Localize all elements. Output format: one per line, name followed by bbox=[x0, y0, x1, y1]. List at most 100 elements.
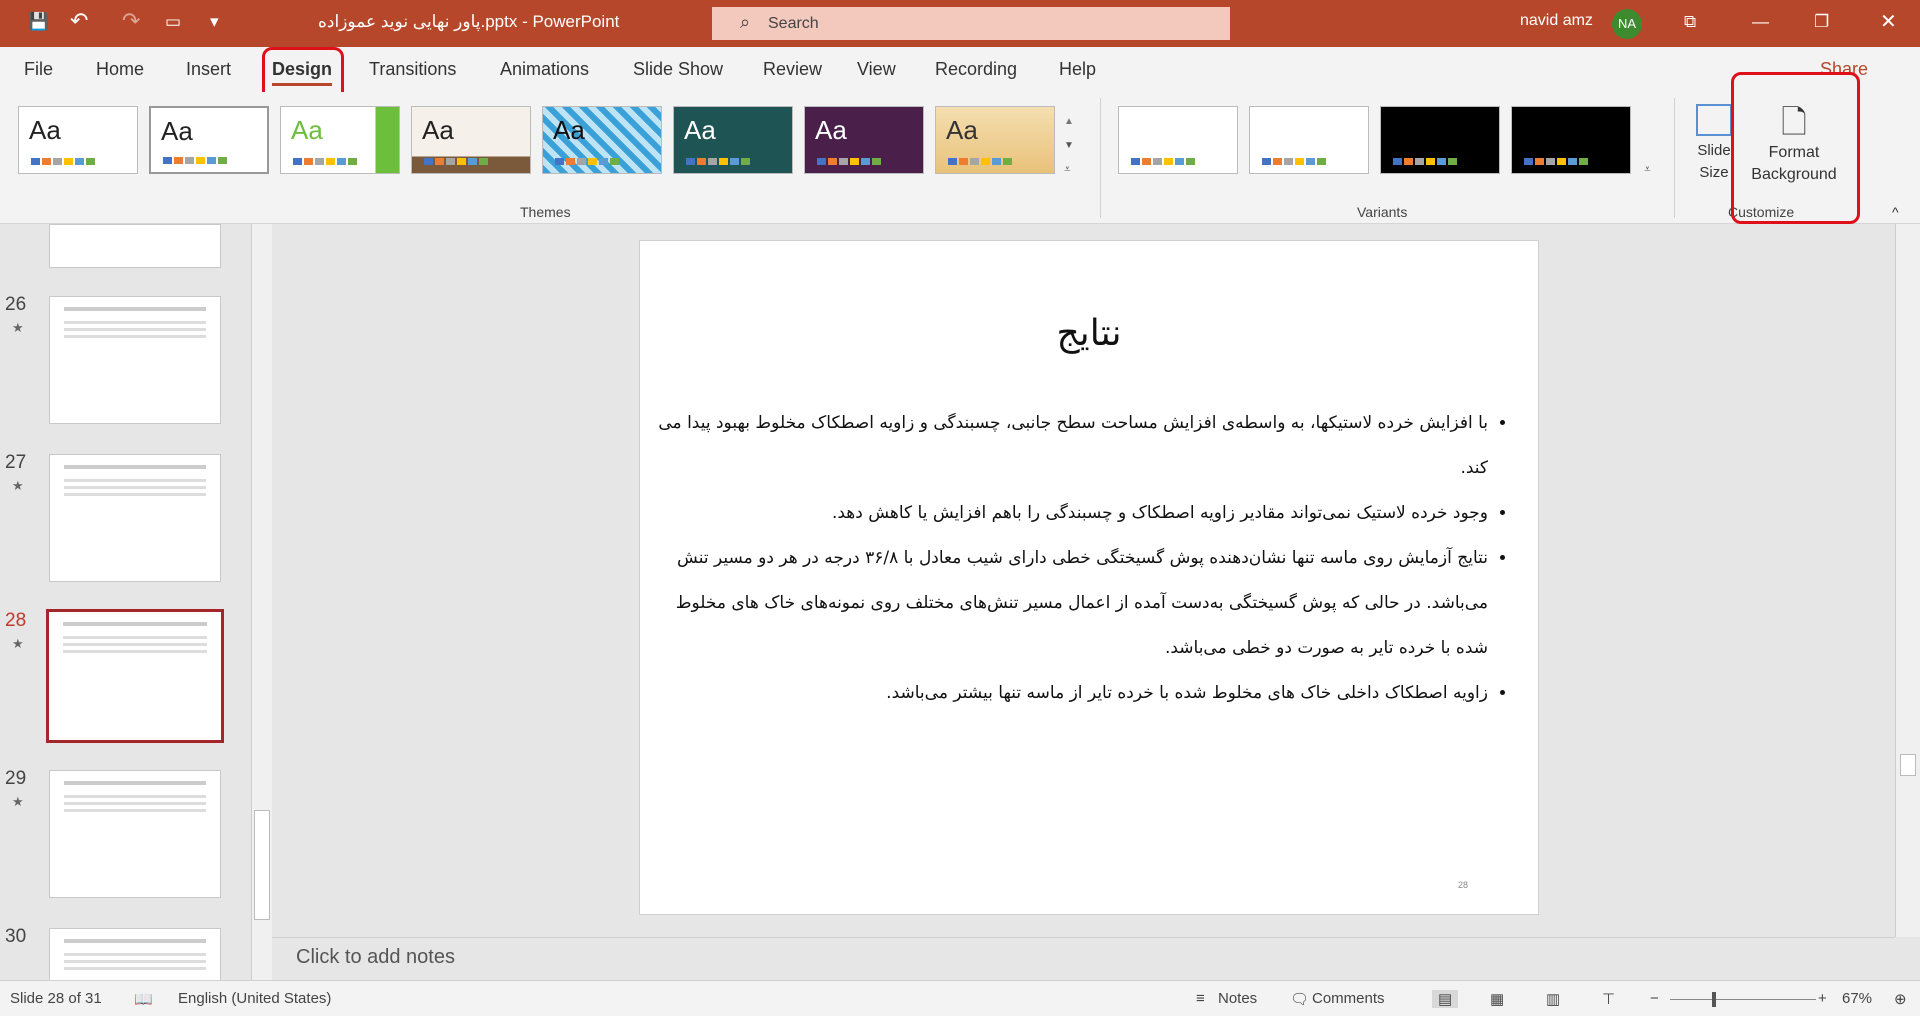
theme-6[interactable]: Aa bbox=[673, 106, 793, 174]
theme-preview-text: Aa bbox=[815, 115, 847, 145]
slide-number-label: 29 bbox=[5, 768, 27, 789]
bullet: با افزایش خرده لاستیکها، به واسطه‌ی افزا… bbox=[650, 401, 1488, 491]
present-icon[interactable]: ▭ bbox=[165, 12, 181, 32]
thumbnails-scroll-thumb[interactable] bbox=[254, 810, 270, 920]
close-icon[interactable]: ✕ bbox=[1880, 9, 1897, 34]
title-bar: 💾 ↶ ↷ ▭ ▾ پاور نهایی نوید عموزاده.pptx -… bbox=[0, 0, 1920, 47]
variant-1[interactable] bbox=[1118, 106, 1238, 174]
ribbon: Aa Aa Aa Aa Aa Aa Aa Aa ▲ ▼ ⩡ Themes Variants ⩡… bbox=[0, 72, 1920, 224]
slide-title[interactable]: نتایج bbox=[640, 313, 1538, 354]
slide-thumbnail-28[interactable] bbox=[46, 609, 224, 743]
variant-4[interactable] bbox=[1511, 106, 1631, 174]
slide-size-label: Slide Size bbox=[1697, 142, 1731, 181]
search-icon: ⌕ bbox=[740, 12, 751, 32]
themes-scroll-up[interactable]: ▲ bbox=[1064, 116, 1074, 127]
tab-review[interactable]: Review bbox=[763, 59, 822, 80]
undo-icon[interactable]: ↶ bbox=[70, 8, 88, 34]
tab-file[interactable]: File bbox=[24, 59, 53, 80]
theme-preview-text: Aa bbox=[291, 115, 323, 145]
search-input[interactable]: ⌕ Search bbox=[712, 7, 1230, 40]
spellcheck-icon[interactable]: 📖 bbox=[134, 990, 153, 1008]
reading-view-icon[interactable]: ▥ bbox=[1546, 990, 1560, 1008]
comments-icon: 🗨 bbox=[1290, 991, 1310, 1008]
slide-bullets[interactable]: با افزایش خرده لاستیکها، به واسطه‌ی افزا… bbox=[650, 401, 1512, 716]
tab-home[interactable]: Home bbox=[96, 59, 144, 80]
notes-pane[interactable]: Click to add notes bbox=[272, 937, 1895, 980]
theme-8[interactable]: Aa bbox=[935, 106, 1055, 174]
variants-more[interactable]: ⩡ bbox=[1644, 162, 1651, 177]
tab-help[interactable]: Help bbox=[1059, 59, 1096, 80]
themes-scroll-down[interactable]: ▼ bbox=[1064, 140, 1074, 151]
search-placeholder: Search bbox=[768, 15, 819, 32]
slide-scroll-thumb[interactable] bbox=[1900, 754, 1916, 776]
tab-transitions[interactable]: Transitions bbox=[369, 59, 456, 80]
zoom-in-button[interactable]: + bbox=[1818, 990, 1827, 1007]
slide-number-label: 26 bbox=[5, 294, 27, 315]
zoom-out-button[interactable]: − bbox=[1650, 990, 1659, 1007]
slide-thumbnail-27[interactable] bbox=[49, 454, 221, 582]
slide-number-label: 27 bbox=[5, 452, 27, 473]
slide-thumbnail-25[interactable] bbox=[49, 224, 221, 268]
comments-button[interactable]: Comments bbox=[1312, 990, 1385, 1007]
save-icon[interactable]: 💾 bbox=[28, 12, 49, 32]
themes-group-label: Themes bbox=[520, 204, 571, 220]
themes-more[interactable]: ⩡ bbox=[1064, 162, 1071, 177]
bullet: وجود خرده لاستیک نمی‌تواند مقادیر زاویه … bbox=[650, 491, 1488, 536]
minimize-icon[interactable]: — bbox=[1752, 12, 1769, 32]
normal-view-icon[interactable]: ▤ bbox=[1432, 990, 1459, 1008]
slide-size-icon bbox=[1696, 104, 1732, 136]
tab-slide-show[interactable]: Slide Show bbox=[633, 59, 723, 80]
variant-3[interactable] bbox=[1380, 106, 1500, 174]
theme-2[interactable]: Aa bbox=[149, 106, 269, 174]
slide-sorter-icon[interactable]: ▦ bbox=[1490, 990, 1504, 1008]
variant-2[interactable] bbox=[1249, 106, 1369, 174]
bullet: نتایج آزمایش روی ماسه تنها نشان‌دهنده پو… bbox=[650, 536, 1488, 671]
slide-thumbnails-panel: 26 ★ 27 ★ 28 ★ 29 ★ 30 bbox=[0, 224, 272, 988]
slide-counter: Slide 28 of 31 bbox=[10, 990, 102, 1007]
language[interactable]: English (United States) bbox=[178, 990, 331, 1007]
window-title: پاور نهایی نوید عموزاده.pptx - PowerPoin… bbox=[318, 12, 620, 31]
redo-icon[interactable]: ↷ bbox=[122, 8, 140, 34]
theme-3[interactable]: Aa bbox=[280, 106, 400, 174]
slide-thumbnail-30[interactable] bbox=[49, 928, 221, 988]
theme-7[interactable]: Aa bbox=[804, 106, 924, 174]
collapse-ribbon-icon[interactable]: ^ bbox=[1892, 204, 1899, 220]
theme-preview-text: Aa bbox=[422, 115, 454, 145]
variants-group-label: Variants bbox=[1357, 204, 1408, 220]
restore-icon[interactable]: ❐ bbox=[1814, 12, 1829, 32]
customize-qat-icon[interactable]: ▾ bbox=[210, 12, 219, 32]
tab-view[interactable]: View bbox=[857, 59, 896, 80]
bullet: زاویه اصطکاک داخلی خاک های مخلوط شده با … bbox=[650, 671, 1488, 716]
user-name[interactable]: navid amz bbox=[1520, 12, 1593, 30]
slideshow-view-icon[interactable]: ⊤ bbox=[1602, 990, 1615, 1008]
slide-number-label: 28 bbox=[5, 610, 27, 631]
tab-animations[interactable]: Animations bbox=[500, 59, 589, 80]
notes-icon: ≡ bbox=[1196, 990, 1205, 1007]
ribbon-display-icon[interactable]: ⧉ bbox=[1684, 12, 1696, 32]
tab-recording[interactable]: Recording bbox=[935, 59, 1017, 80]
theme-preview-text: Aa bbox=[684, 115, 716, 145]
theme-5[interactable]: Aa bbox=[542, 106, 662, 174]
zoom-slider[interactable] bbox=[1670, 992, 1816, 1007]
slide-number-label: 30 bbox=[5, 926, 27, 947]
zoom-level[interactable]: 67% bbox=[1842, 990, 1872, 1007]
theme-1[interactable]: Aa bbox=[18, 106, 138, 174]
slide-number: 28 bbox=[1457, 880, 1468, 890]
slide-thumbnail-26[interactable] bbox=[49, 296, 221, 424]
animation-star-icon: ★ bbox=[12, 794, 24, 809]
tab-insert[interactable]: Insert bbox=[186, 59, 231, 80]
animation-star-icon: ★ bbox=[12, 636, 24, 651]
theme-preview-text: Aa bbox=[29, 115, 61, 145]
theme-4[interactable]: Aa bbox=[411, 106, 531, 174]
highlight-format-background bbox=[1731, 72, 1860, 224]
fit-to-window-icon[interactable]: ⊕ bbox=[1894, 990, 1907, 1008]
zoom-slider-handle[interactable] bbox=[1712, 992, 1716, 1007]
notes-button[interactable]: Notes bbox=[1218, 990, 1257, 1007]
avatar[interactable]: NA bbox=[1612, 9, 1642, 39]
thumbnails-scrollbar[interactable] bbox=[251, 224, 272, 980]
theme-preview-text: Aa bbox=[946, 115, 978, 145]
slide-thumbnail-29[interactable] bbox=[49, 770, 221, 898]
slide-scrollbar[interactable] bbox=[1895, 224, 1920, 937]
slide-canvas[interactable]: نتایج با افزایش خرده لاستیکها، به واسطه‌… bbox=[639, 240, 1539, 915]
ribbon-tabs: File Home Insert Design Transitions Anim… bbox=[0, 47, 1920, 102]
